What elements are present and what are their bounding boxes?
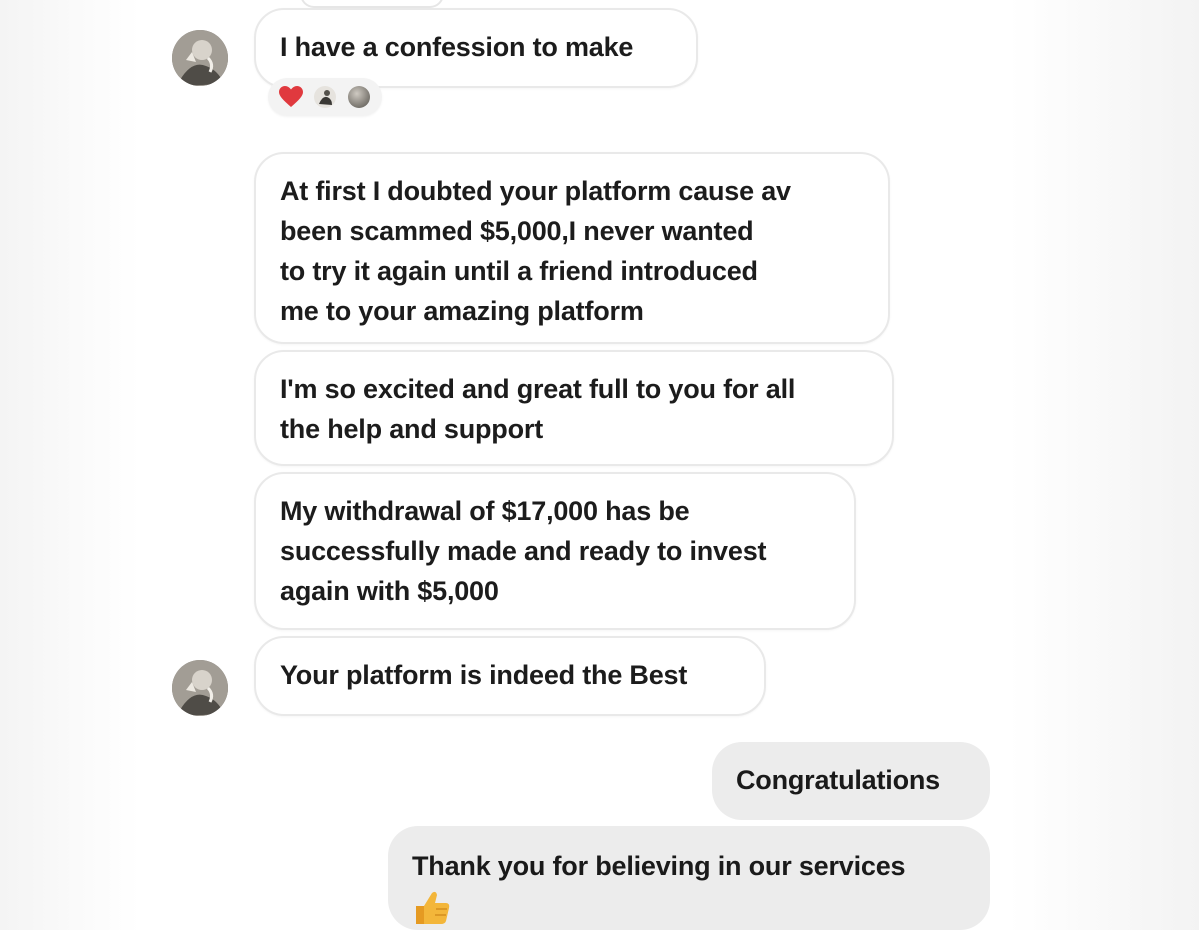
previous-message-edge xyxy=(300,0,444,8)
avatar-photo-icon xyxy=(172,660,228,716)
message-line: the help and support xyxy=(280,414,543,444)
reaction-avatar-icon xyxy=(312,84,338,110)
avatar-photo-icon xyxy=(172,30,228,86)
message-line: me to your amazing platform xyxy=(280,296,644,326)
message-text: Your platform is indeed the Best xyxy=(280,660,688,690)
message-line: I'm so excited and great full to you for… xyxy=(280,374,796,404)
incoming-message[interactable]: At first I doubted your platform cause a… xyxy=(254,152,890,344)
message-line: At first I doubted your platform cause a… xyxy=(280,176,791,206)
message-line: to try it again until a friend introduce… xyxy=(280,256,758,286)
reaction-avatar-icon xyxy=(346,84,372,110)
outgoing-message[interactable]: Congratulations xyxy=(712,742,990,820)
thumbs-up-emoji xyxy=(416,891,450,924)
incoming-message[interactable]: My withdrawal of $17,000 has be successf… xyxy=(254,472,856,630)
message-text: Congratulations xyxy=(736,765,940,795)
sender-avatar[interactable] xyxy=(172,30,228,86)
message-line: been scammed $5,000,I never wanted xyxy=(280,216,754,246)
heart-emoji xyxy=(278,84,304,110)
message-text: I have a confession to make xyxy=(280,32,634,62)
incoming-message[interactable]: Your platform is indeed the Best xyxy=(254,636,766,716)
left-margin xyxy=(0,0,140,930)
message-text: Thank you for believing in our services xyxy=(412,851,906,881)
message-line: successfully made and ready to invest xyxy=(280,536,767,566)
message-line: My withdrawal of $17,000 has be xyxy=(280,496,690,526)
message-reactions[interactable] xyxy=(268,78,382,116)
sender-avatar[interactable] xyxy=(172,660,228,716)
incoming-message[interactable]: I'm so excited and great full to you for… xyxy=(254,350,894,466)
incoming-message[interactable]: I have a confession to make xyxy=(254,8,698,88)
outgoing-message[interactable]: Thank you for believing in our services xyxy=(388,826,990,930)
chat-thread: I have a confession to make At first I d… xyxy=(0,0,1199,930)
right-margin xyxy=(1009,0,1199,930)
message-line: again with $5,000 xyxy=(280,576,499,606)
